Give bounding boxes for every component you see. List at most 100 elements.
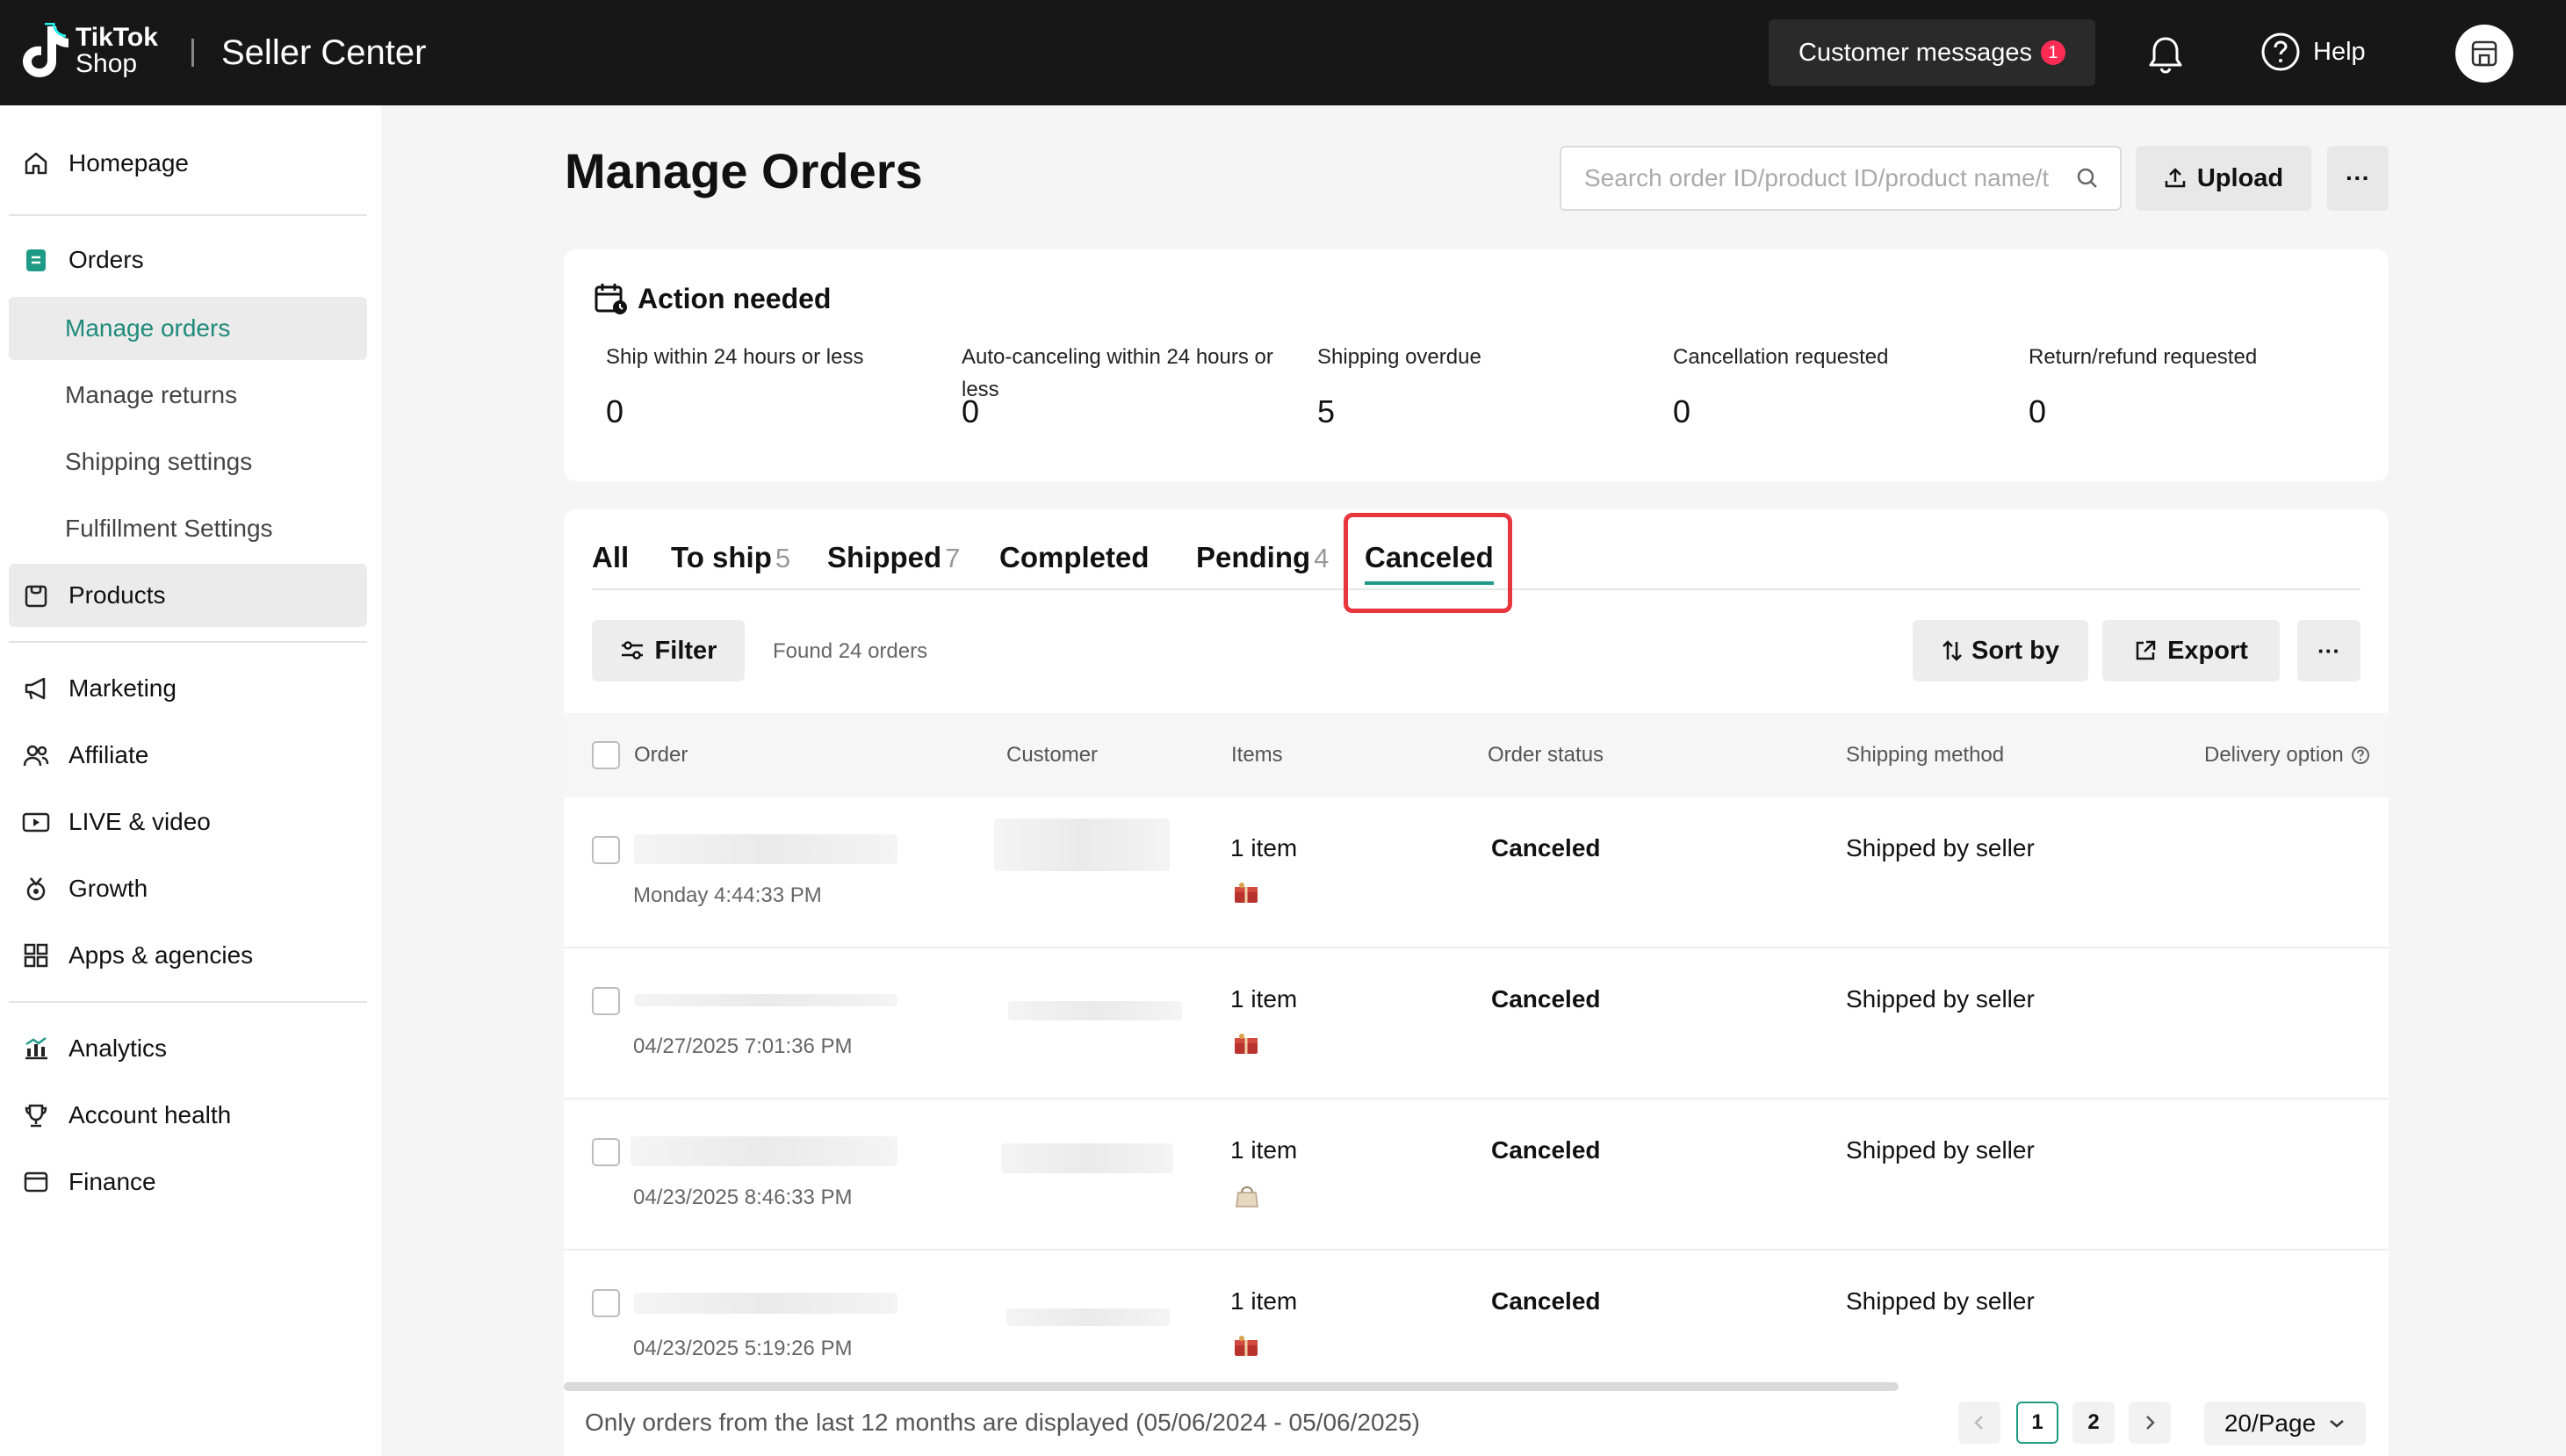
sidebar-item-products[interactable]: Products (9, 564, 367, 627)
sidebar-divider (9, 641, 367, 643)
tab-completed[interactable]: Completed (999, 541, 1150, 574)
metric-label: Auto-canceling within 24 hours or less (962, 345, 1273, 401)
product-thumbnail[interactable] (1231, 880, 1263, 906)
analytics-icon (21, 1034, 51, 1063)
sidebar-item-affiliate[interactable]: Affiliate (9, 724, 367, 787)
sidebar-item-finance[interactable]: Finance (9, 1150, 367, 1214)
bell-icon[interactable] (2144, 33, 2187, 76)
sidebar-item-apps-agencies[interactable]: Apps & agencies (9, 924, 367, 987)
metric-label: Shipping overdue (1317, 345, 1481, 369)
filter-button[interactable]: Filter (592, 620, 745, 681)
shop-avatar[interactable] (2455, 25, 2513, 83)
metric-auto-canceling[interactable]: Auto-canceling within 24 hours or less 0 (962, 341, 1295, 429)
sidebar-item-fulfillment-settings[interactable]: Fulfillment Settings (9, 497, 367, 560)
export-button[interactable]: Export (2102, 620, 2280, 681)
tab-pending[interactable]: Pending 4 (1196, 541, 1329, 574)
shipping-method: Shipped by seller (1846, 1136, 2035, 1164)
sort-icon (1943, 640, 1962, 661)
tab-label: Completed (999, 541, 1150, 573)
sidebar-item-manage-orders[interactable]: Manage orders (9, 297, 367, 360)
order-date: 04/23/2025 5:19:26 PM (633, 1337, 853, 1360)
metric-value: 0 (962, 393, 980, 429)
sidebar-item-marketing[interactable]: Marketing (9, 657, 367, 720)
orders-card: All To ship 5 Shipped 7 Completed Pending 4… (564, 509, 2389, 1456)
metric-cancellation-requested[interactable]: Cancellation requested 0 (1673, 341, 2007, 429)
row-checkbox[interactable] (592, 1289, 620, 1317)
chevron-down-icon (2330, 1420, 2344, 1428)
product-thumbnail[interactable] (1231, 1333, 1263, 1359)
select-all-checkbox[interactable] (592, 741, 620, 769)
product-thumbnail[interactable] (1231, 1031, 1263, 1057)
tiktok-shop-logo[interactable]: TikTok Shop (21, 22, 158, 79)
sidebar-item-homepage[interactable]: Homepage (9, 132, 367, 195)
redacted-order-id[interactable] (631, 1136, 897, 1166)
page-2-button[interactable]: 2 (2072, 1402, 2115, 1444)
more-options-button[interactable]: ··· (2327, 146, 2389, 211)
metric-label: Ship within 24 hours or less (606, 345, 864, 369)
order-date: 04/23/2025 8:46:33 PM (633, 1186, 853, 1209)
redacted-order-id[interactable] (634, 834, 897, 864)
row-checkbox[interactable] (592, 1138, 620, 1166)
upload-button[interactable]: Upload (2136, 146, 2311, 211)
horizontal-scrollbar[interactable] (564, 1382, 1899, 1391)
order-range-note: Only orders from the last 12 months are … (585, 1409, 1420, 1436)
sidebar-item-growth[interactable]: Growth (9, 857, 367, 920)
page-size-select[interactable]: 20/Page (2204, 1402, 2366, 1445)
table-row[interactable]: Monday 4:44:33 PM 1 item Canceled Shippe… (564, 797, 2389, 948)
home-icon (21, 148, 51, 178)
tab-count: 7 (945, 543, 961, 573)
tab-shipped[interactable]: Shipped 7 (827, 541, 960, 574)
metric-value: 0 (2029, 393, 2047, 429)
tab-all[interactable]: All (592, 541, 629, 574)
search-icon[interactable] (2074, 165, 2101, 198)
toolbar-more-button[interactable]: ··· (2297, 620, 2361, 681)
metric-shipping-overdue[interactable]: Shipping overdue 5 (1317, 341, 1651, 429)
logo-wordmark: TikTok Shop (76, 25, 158, 77)
medal-icon (21, 874, 51, 904)
next-page-button[interactable] (2129, 1402, 2171, 1444)
sidebar-item-live-video[interactable]: LIVE & video (9, 790, 367, 854)
order-status: Canceled (1491, 985, 1601, 1013)
sidebar-item-manage-returns[interactable]: Manage returns (9, 364, 367, 427)
order-status: Canceled (1491, 834, 1601, 861)
upload-label: Upload (2196, 163, 2284, 192)
page-1-button[interactable]: 1 (2016, 1402, 2058, 1444)
info-icon[interactable] (2351, 746, 2370, 765)
tab-label: To ship (671, 541, 772, 573)
table-row[interactable]: 04/23/2025 5:19:26 PM 1 item Canceled Sh… (564, 1251, 2389, 1402)
order-search-input[interactable]: Search order ID/product ID/product name/… (1560, 146, 2122, 211)
redacted-order-id[interactable] (634, 994, 897, 1006)
sort-by-button[interactable]: Sort by (1913, 620, 2088, 681)
product-thumbnail[interactable] (1231, 1182, 1263, 1208)
sidebar-item-label: Fulfillment Settings (65, 515, 273, 542)
table-row[interactable]: 04/27/2025 7:01:36 PM 1 item Canceled Sh… (564, 948, 2389, 1099)
sidebar-item-label: Orders (68, 246, 144, 273)
sidebar-item-shipping-settings[interactable]: Shipping settings (9, 430, 367, 494)
metric-ship-within-24h[interactable]: Ship within 24 hours or less 0 (606, 341, 940, 429)
logo-line-1: TikTok (76, 23, 158, 52)
tab-count: 4 (1314, 543, 1330, 573)
metric-return-refund-requested[interactable]: Return/refund requested 0 (2029, 341, 2362, 429)
column-header-shipping-method: Shipping method (1846, 743, 2005, 767)
trophy-icon (21, 1100, 51, 1130)
sidebar-item-label: Manage returns (65, 381, 238, 408)
column-header-order: Order (634, 743, 688, 767)
customer-messages-button[interactable]: Customer messages 1 (1769, 19, 2095, 86)
tab-to-ship[interactable]: To ship 5 (671, 541, 790, 574)
sidebar-item-analytics[interactable]: Analytics (9, 1017, 367, 1080)
redacted-order-id[interactable] (634, 1293, 897, 1314)
table-row[interactable]: 04/23/2025 8:46:33 PM 1 item Canceled Sh… (564, 1099, 2389, 1251)
previous-page-button[interactable] (1958, 1402, 2000, 1444)
redacted-customer (1001, 1143, 1173, 1173)
item-count: 1 item (1230, 834, 1298, 861)
sidebar-item-orders[interactable]: Orders (9, 228, 367, 292)
help-icon (2261, 32, 2300, 71)
help-button[interactable]: Help (2260, 32, 2366, 72)
store-icon (2471, 40, 2498, 67)
row-checkbox[interactable] (592, 836, 620, 864)
redacted-customer (1006, 1308, 1170, 1326)
row-checkbox[interactable] (592, 987, 620, 1015)
sidebar-divider (9, 1001, 367, 1003)
column-header-delivery-option: Delivery option (2204, 743, 2370, 768)
sidebar-item-account-health[interactable]: Account health (9, 1084, 367, 1147)
